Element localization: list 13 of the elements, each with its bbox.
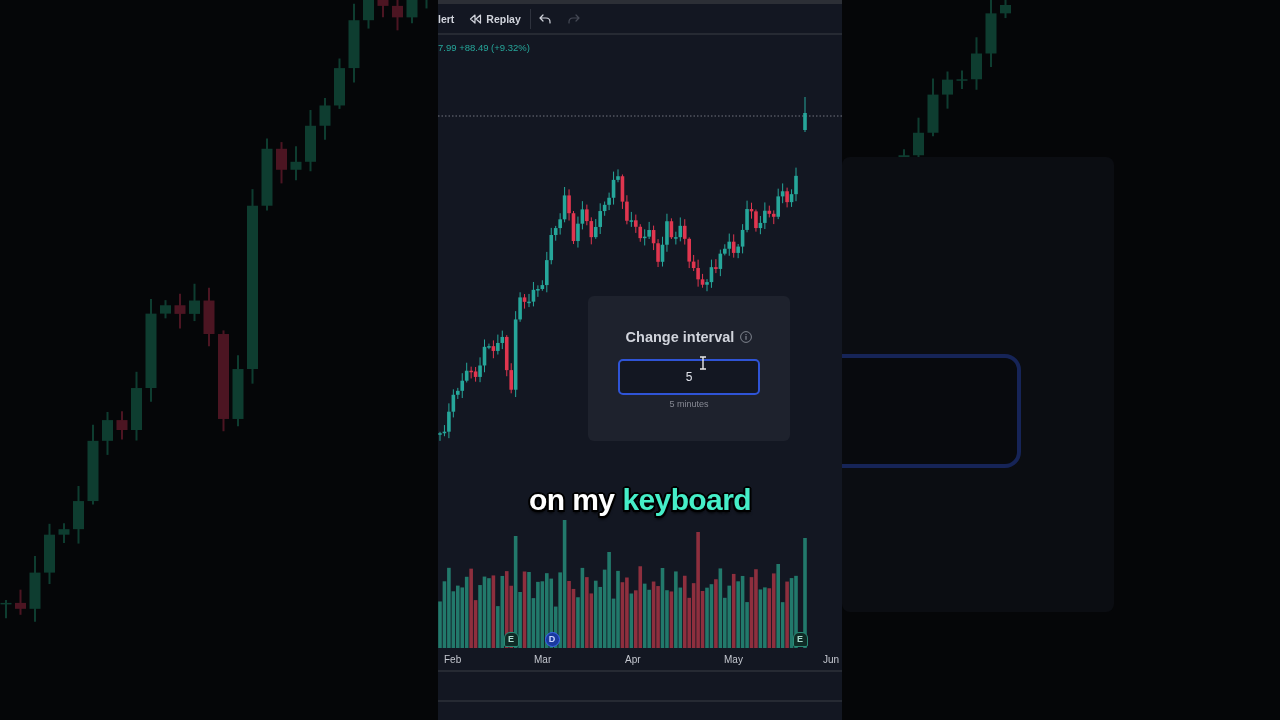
axis-label: Mar bbox=[534, 654, 552, 666]
replay-button[interactable]: Replay bbox=[469, 7, 521, 30]
axis-label: Feb bbox=[444, 654, 462, 666]
redo-icon bbox=[567, 13, 580, 24]
axis-label: Jun bbox=[823, 654, 840, 666]
alert-button[interactable]: lert bbox=[438, 7, 455, 30]
rewind-icon bbox=[469, 13, 483, 24]
axis-label: May bbox=[724, 654, 743, 666]
undo-icon bbox=[538, 13, 551, 24]
price-change-text: 7.99 +88.49 (+9.32%) bbox=[438, 42, 530, 54]
axis-label: Apr bbox=[625, 654, 641, 666]
caption-text: on my bbox=[529, 483, 615, 517]
caption-text: keyboard bbox=[622, 483, 751, 517]
